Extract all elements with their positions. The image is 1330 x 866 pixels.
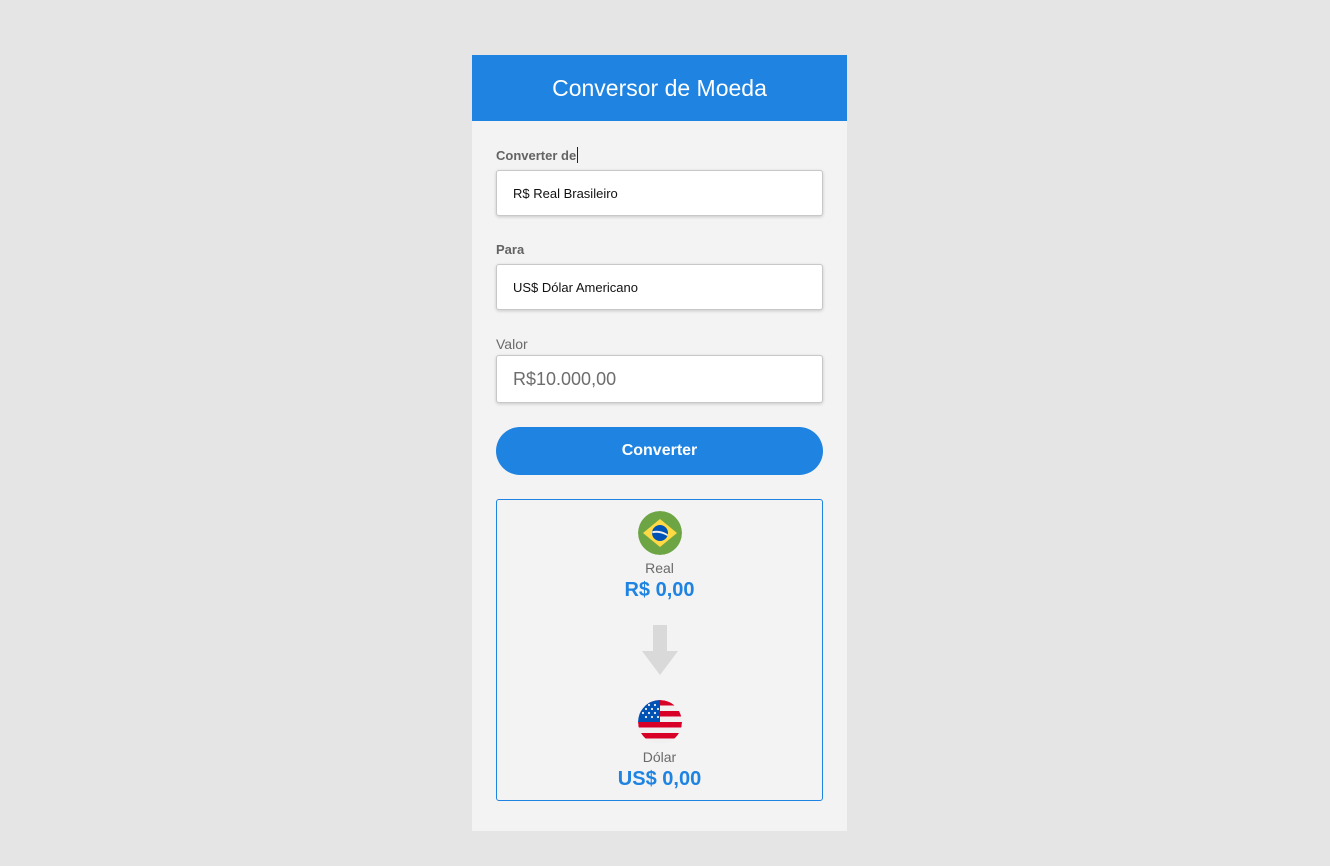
convert-button[interactable]: Converter	[496, 427, 823, 475]
to-currency-value: US$ Dólar Americano	[513, 279, 638, 295]
to-currency-select[interactable]: US$ Dólar Americano	[496, 264, 823, 310]
converter-form: Converter de R$ Real Brasileiro Para US$…	[472, 147, 847, 801]
page-title: Conversor de Moeda	[552, 74, 767, 101]
to-currency-result: Dólar US$ 0,00	[497, 700, 822, 791]
from-currency-result: Real R$ 0,00	[497, 511, 822, 602]
header: Conversor de Moeda	[472, 55, 847, 121]
converter-card: Conversor de Moeda Converter de R$ Real …	[472, 55, 847, 831]
from-currency-name: Real	[645, 560, 674, 576]
from-currency-amount: R$ 0,00	[624, 579, 695, 601]
value-input[interactable]	[496, 355, 823, 403]
from-currency-select[interactable]: R$ Real Brasileiro	[496, 170, 823, 216]
usa-flag-icon	[637, 700, 682, 744]
text-caret	[577, 147, 579, 163]
to-label: Para	[496, 242, 525, 257]
from-label: Converter de	[496, 147, 579, 163]
brazil-flag-icon	[637, 511, 682, 555]
from-currency-value: R$ Real Brasileiro	[513, 185, 618, 201]
value-label: Valor	[496, 336, 528, 352]
to-currency-name: Dólar	[642, 749, 677, 765]
result-panel: Real R$ 0,00 Dólar US$ 0,00	[496, 499, 823, 801]
to-currency-amount: US$ 0,00	[617, 768, 702, 790]
arrow-down-icon	[641, 625, 678, 675]
